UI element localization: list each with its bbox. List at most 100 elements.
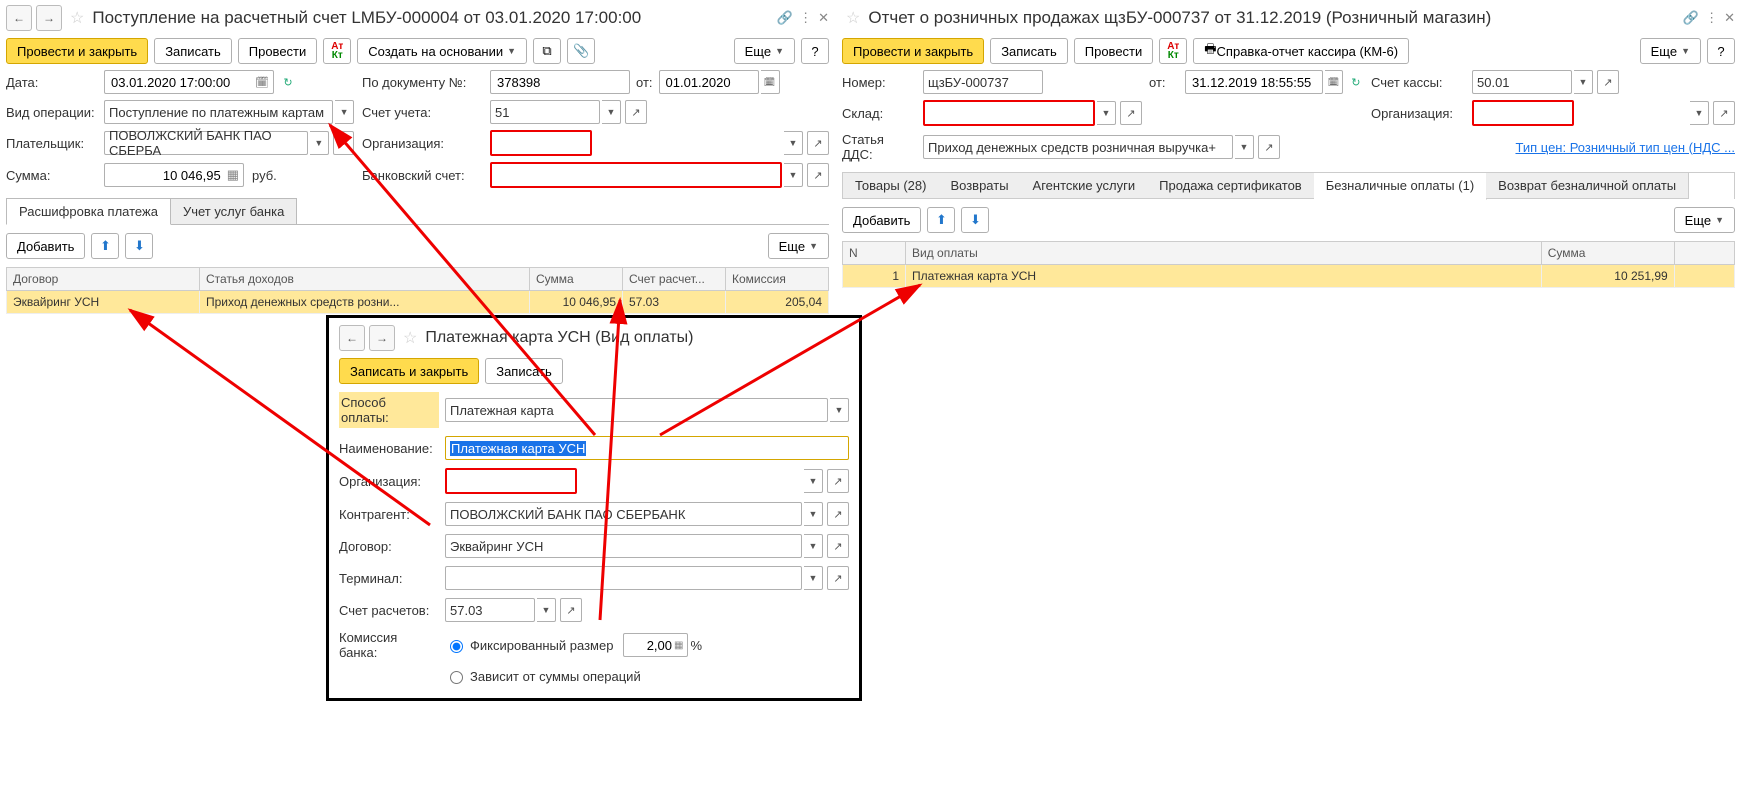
warehouse-drop-icon[interactable]: ▼ xyxy=(1097,101,1116,125)
add-row-button[interactable]: Добавить xyxy=(842,207,921,233)
post-close-button[interactable]: Провести и закрыть xyxy=(6,38,148,64)
fromdate-cal-icon[interactable]: 🗓 xyxy=(761,70,780,94)
payer-open-icon[interactable]: ↗ xyxy=(333,131,354,155)
write-button[interactable]: Записать xyxy=(485,358,563,384)
method-drop-icon[interactable]: ▼ xyxy=(830,398,849,422)
fixed-radio[interactable]: Фиксированный размер xyxy=(445,637,613,653)
contract-field[interactable]: Эквайринг УСН xyxy=(445,534,802,558)
date-field[interactable]: 🗓 xyxy=(104,70,274,94)
account-field[interactable]: 51 xyxy=(490,100,600,124)
move-down-button[interactable]: ⬇ xyxy=(961,207,989,233)
warehouse-open-icon[interactable]: ↗ xyxy=(1120,101,1142,125)
docnum-field[interactable] xyxy=(490,70,630,94)
move-up-button[interactable]: ⬆ xyxy=(927,207,955,233)
cashacc-open-icon[interactable]: ↗ xyxy=(1597,70,1619,94)
org-field[interactable] xyxy=(445,468,577,494)
org-drop-icon[interactable]: ▼ xyxy=(784,131,803,155)
tab-agent[interactable]: Агентские услуги xyxy=(1021,173,1149,199)
terminal-drop-icon[interactable]: ▼ xyxy=(804,566,823,590)
post-button[interactable]: Провести xyxy=(1074,38,1154,64)
org-open-icon[interactable]: ↗ xyxy=(807,131,829,155)
optype-field[interactable]: Поступление по платежным картам xyxy=(104,100,333,124)
struct-button[interactable]: ⧉ xyxy=(533,38,561,64)
attach-button[interactable]: 📎 xyxy=(567,38,595,64)
cashacc-drop-icon[interactable]: ▼ xyxy=(1574,70,1593,94)
settle-drop-icon[interactable]: ▼ xyxy=(537,598,556,622)
nav-fwd[interactable]: → xyxy=(36,5,62,31)
table-more-button[interactable]: Еще▼ xyxy=(1674,207,1735,233)
close-icon[interactable]: ✕ xyxy=(818,10,829,26)
counterparty-open-icon[interactable]: ↗ xyxy=(827,502,849,526)
tab-bankservices[interactable]: Учет услуг банка xyxy=(170,198,297,224)
account-open-icon[interactable]: ↗ xyxy=(625,100,647,124)
terminal-open-icon[interactable]: ↗ xyxy=(827,566,849,590)
depends-radio[interactable]: Зависит от суммы операций xyxy=(445,668,849,684)
tab-certs[interactable]: Продажа сертификатов xyxy=(1147,173,1315,199)
account-drop-icon[interactable]: ▼ xyxy=(602,100,621,124)
contract-open-icon[interactable]: ↗ xyxy=(827,534,849,558)
post-close-button[interactable]: Провести и закрыть xyxy=(842,38,984,64)
menu-icon[interactable]: ⋮ xyxy=(1705,10,1718,26)
org-field[interactable] xyxy=(1472,100,1574,126)
bankacc-drop-icon[interactable]: ▼ xyxy=(784,163,803,187)
tab-cashless-return[interactable]: Возврат безналичной оплаты xyxy=(1486,173,1689,199)
fav-star-icon[interactable]: ☆ xyxy=(846,8,860,28)
tab-cashless[interactable]: Безналичные оплаты (1) xyxy=(1314,173,1487,200)
menu-icon[interactable]: ⋮ xyxy=(799,10,812,26)
create-based-button[interactable]: Создать на основании▼ xyxy=(357,38,527,64)
refresh-icon[interactable]: ↻ xyxy=(278,71,298,93)
atkt-button[interactable]: АтКт xyxy=(1159,38,1187,64)
table-more-button[interactable]: Еще▼ xyxy=(768,233,829,259)
cashacc-field[interactable]: 50.01 xyxy=(1472,70,1572,94)
nav-back[interactable]: ← xyxy=(6,5,32,31)
name-field[interactable]: Платежная карта УСН xyxy=(445,436,849,460)
percent-field[interactable]: ▦ xyxy=(623,633,688,657)
bankacc-open-icon[interactable]: ↗ xyxy=(807,163,829,187)
atkt-button[interactable]: АтКт xyxy=(323,38,351,64)
close-icon[interactable]: ✕ xyxy=(1724,10,1735,26)
link-icon[interactable]: 🔗 xyxy=(777,10,793,26)
org-open-icon[interactable]: ↗ xyxy=(827,469,849,493)
help-button[interactable]: ? xyxy=(1707,38,1735,64)
more-button[interactable]: Еще▼ xyxy=(734,38,795,64)
fromdate-field[interactable] xyxy=(1185,70,1323,94)
payer-field[interactable]: ПОВОЛЖСКИЙ БАНК ПАО СБЕРБА xyxy=(104,131,308,155)
add-row-button[interactable]: Добавить xyxy=(6,233,85,259)
fromdate-field[interactable] xyxy=(659,70,759,94)
move-down-button[interactable]: ⬇ xyxy=(125,233,153,259)
move-up-button[interactable]: ⬆ xyxy=(91,233,119,259)
fromdate-cal-icon[interactable]: 🗓 xyxy=(1325,70,1342,94)
dds-open-icon[interactable]: ↗ xyxy=(1258,135,1280,159)
post-button[interactable]: Провести xyxy=(238,38,318,64)
payer-drop-icon[interactable]: ▼ xyxy=(310,131,328,155)
tab-goods[interactable]: Товары (28) xyxy=(843,173,939,199)
calendar-icon[interactable]: 🗓 xyxy=(255,76,269,89)
terminal-field[interactable] xyxy=(445,566,802,590)
fav-star-icon[interactable]: ☆ xyxy=(403,328,417,348)
settle-field[interactable]: 57.03 xyxy=(445,598,535,622)
counterparty-drop-icon[interactable]: ▼ xyxy=(804,502,823,526)
nav-fwd[interactable]: → xyxy=(369,325,395,351)
write-button[interactable]: Записать xyxy=(154,38,232,64)
cashier-report-button[interactable]: 🖶 Справка-отчет кассира (КМ-6) xyxy=(1193,38,1409,64)
dds-drop-icon[interactable]: ▼ xyxy=(1235,135,1254,159)
table-row[interactable]: Эквайринг УСН Приход денежных средств ро… xyxy=(7,291,829,314)
write-close-button[interactable]: Записать и закрыть xyxy=(339,358,479,384)
write-button[interactable]: Записать xyxy=(990,38,1068,64)
tab-returns[interactable]: Возвраты xyxy=(938,173,1021,199)
fav-star-icon[interactable]: ☆ xyxy=(70,8,84,28)
org-drop-icon[interactable]: ▼ xyxy=(804,469,823,493)
more-button[interactable]: Еще▼ xyxy=(1640,38,1701,64)
tab-breakdown[interactable]: Расшифровка платежа xyxy=(6,198,171,225)
optype-drop-icon[interactable]: ▼ xyxy=(335,100,354,124)
refresh-icon[interactable]: ↻ xyxy=(1347,71,1365,93)
help-button[interactable]: ? xyxy=(801,38,829,64)
counterparty-field[interactable]: ПОВОЛЖСКИЙ БАНК ПАО СБЕРБАНК xyxy=(445,502,802,526)
link-icon[interactable]: 🔗 xyxy=(1683,10,1699,26)
method-field[interactable]: Платежная карта xyxy=(445,398,828,422)
num-field[interactable]: щзБУ-000737 xyxy=(923,70,1043,94)
org-drop-icon[interactable]: ▼ xyxy=(1690,101,1709,125)
org-field[interactable] xyxy=(490,130,592,156)
nav-back[interactable]: ← xyxy=(339,325,365,351)
contract-drop-icon[interactable]: ▼ xyxy=(804,534,823,558)
